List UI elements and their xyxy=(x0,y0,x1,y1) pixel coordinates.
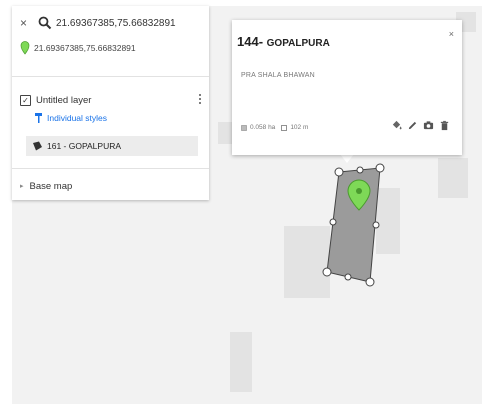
popup-title: 144- GOPALPURA xyxy=(237,34,330,49)
search-result[interactable]: 21.69367385,75.66832891 xyxy=(20,38,136,58)
basemap-toggle[interactable]: ▸ Base map xyxy=(20,178,72,194)
popup-pointer xyxy=(340,154,354,163)
styles-label[interactable]: Individual styles xyxy=(47,113,107,123)
popup-close-button[interactable]: × xyxy=(449,29,454,39)
layer-visibility-checkbox[interactable]: ✓ xyxy=(20,94,31,106)
feature-label: 161 - GOPALPURA xyxy=(47,141,122,151)
popup-perimeter: 102 m xyxy=(290,124,309,131)
paint-roller-icon xyxy=(35,113,42,123)
camera-icon[interactable] xyxy=(423,120,434,131)
polygon-icon xyxy=(33,141,42,151)
pencil-icon[interactable] xyxy=(407,120,418,131)
feature-list-item[interactable]: 161 - GOPALPURA xyxy=(26,136,198,156)
kebab-menu-icon[interactable] xyxy=(197,92,203,108)
paint-bucket-icon[interactable] xyxy=(391,120,402,131)
layer-name[interactable]: Untitled layer xyxy=(36,95,91,106)
layer-header: ✓ Untitled layer xyxy=(20,90,205,110)
panel-divider xyxy=(12,168,209,169)
layers-panel: × 21.69367385,75.66832891 21.69367385,75… xyxy=(12,6,209,200)
search-query[interactable]: 21.69367385,75.66832891 xyxy=(56,18,176,29)
panel-divider xyxy=(12,76,209,77)
close-icon[interactable]: × xyxy=(20,16,34,30)
popup-description: PRA SHALA BHAWAN xyxy=(241,72,315,79)
area-icon xyxy=(241,124,247,131)
popup-measurements: 0.058 ha 102 m xyxy=(241,124,308,131)
chevron-right-icon[interactable]: ▸ xyxy=(20,182,24,190)
layer-styles-link[interactable]: Individual styles xyxy=(34,110,107,126)
feature-popup-card: 144- GOPALPURA × PRA SHALA BHAWAN 0.058 … xyxy=(232,20,462,155)
magnifier-icon[interactable] xyxy=(38,16,52,30)
trash-icon[interactable] xyxy=(439,120,450,131)
map-pin-icon xyxy=(20,41,30,55)
perimeter-icon xyxy=(281,124,288,131)
result-coordinates: 21.69367385,75.66832891 xyxy=(34,43,136,53)
basemap-label[interactable]: Base map xyxy=(30,181,73,192)
popup-area: 0.058 ha xyxy=(250,124,276,131)
popup-toolbar xyxy=(386,120,450,131)
search-bar[interactable]: × 21.69367385,75.66832891 xyxy=(20,12,205,34)
